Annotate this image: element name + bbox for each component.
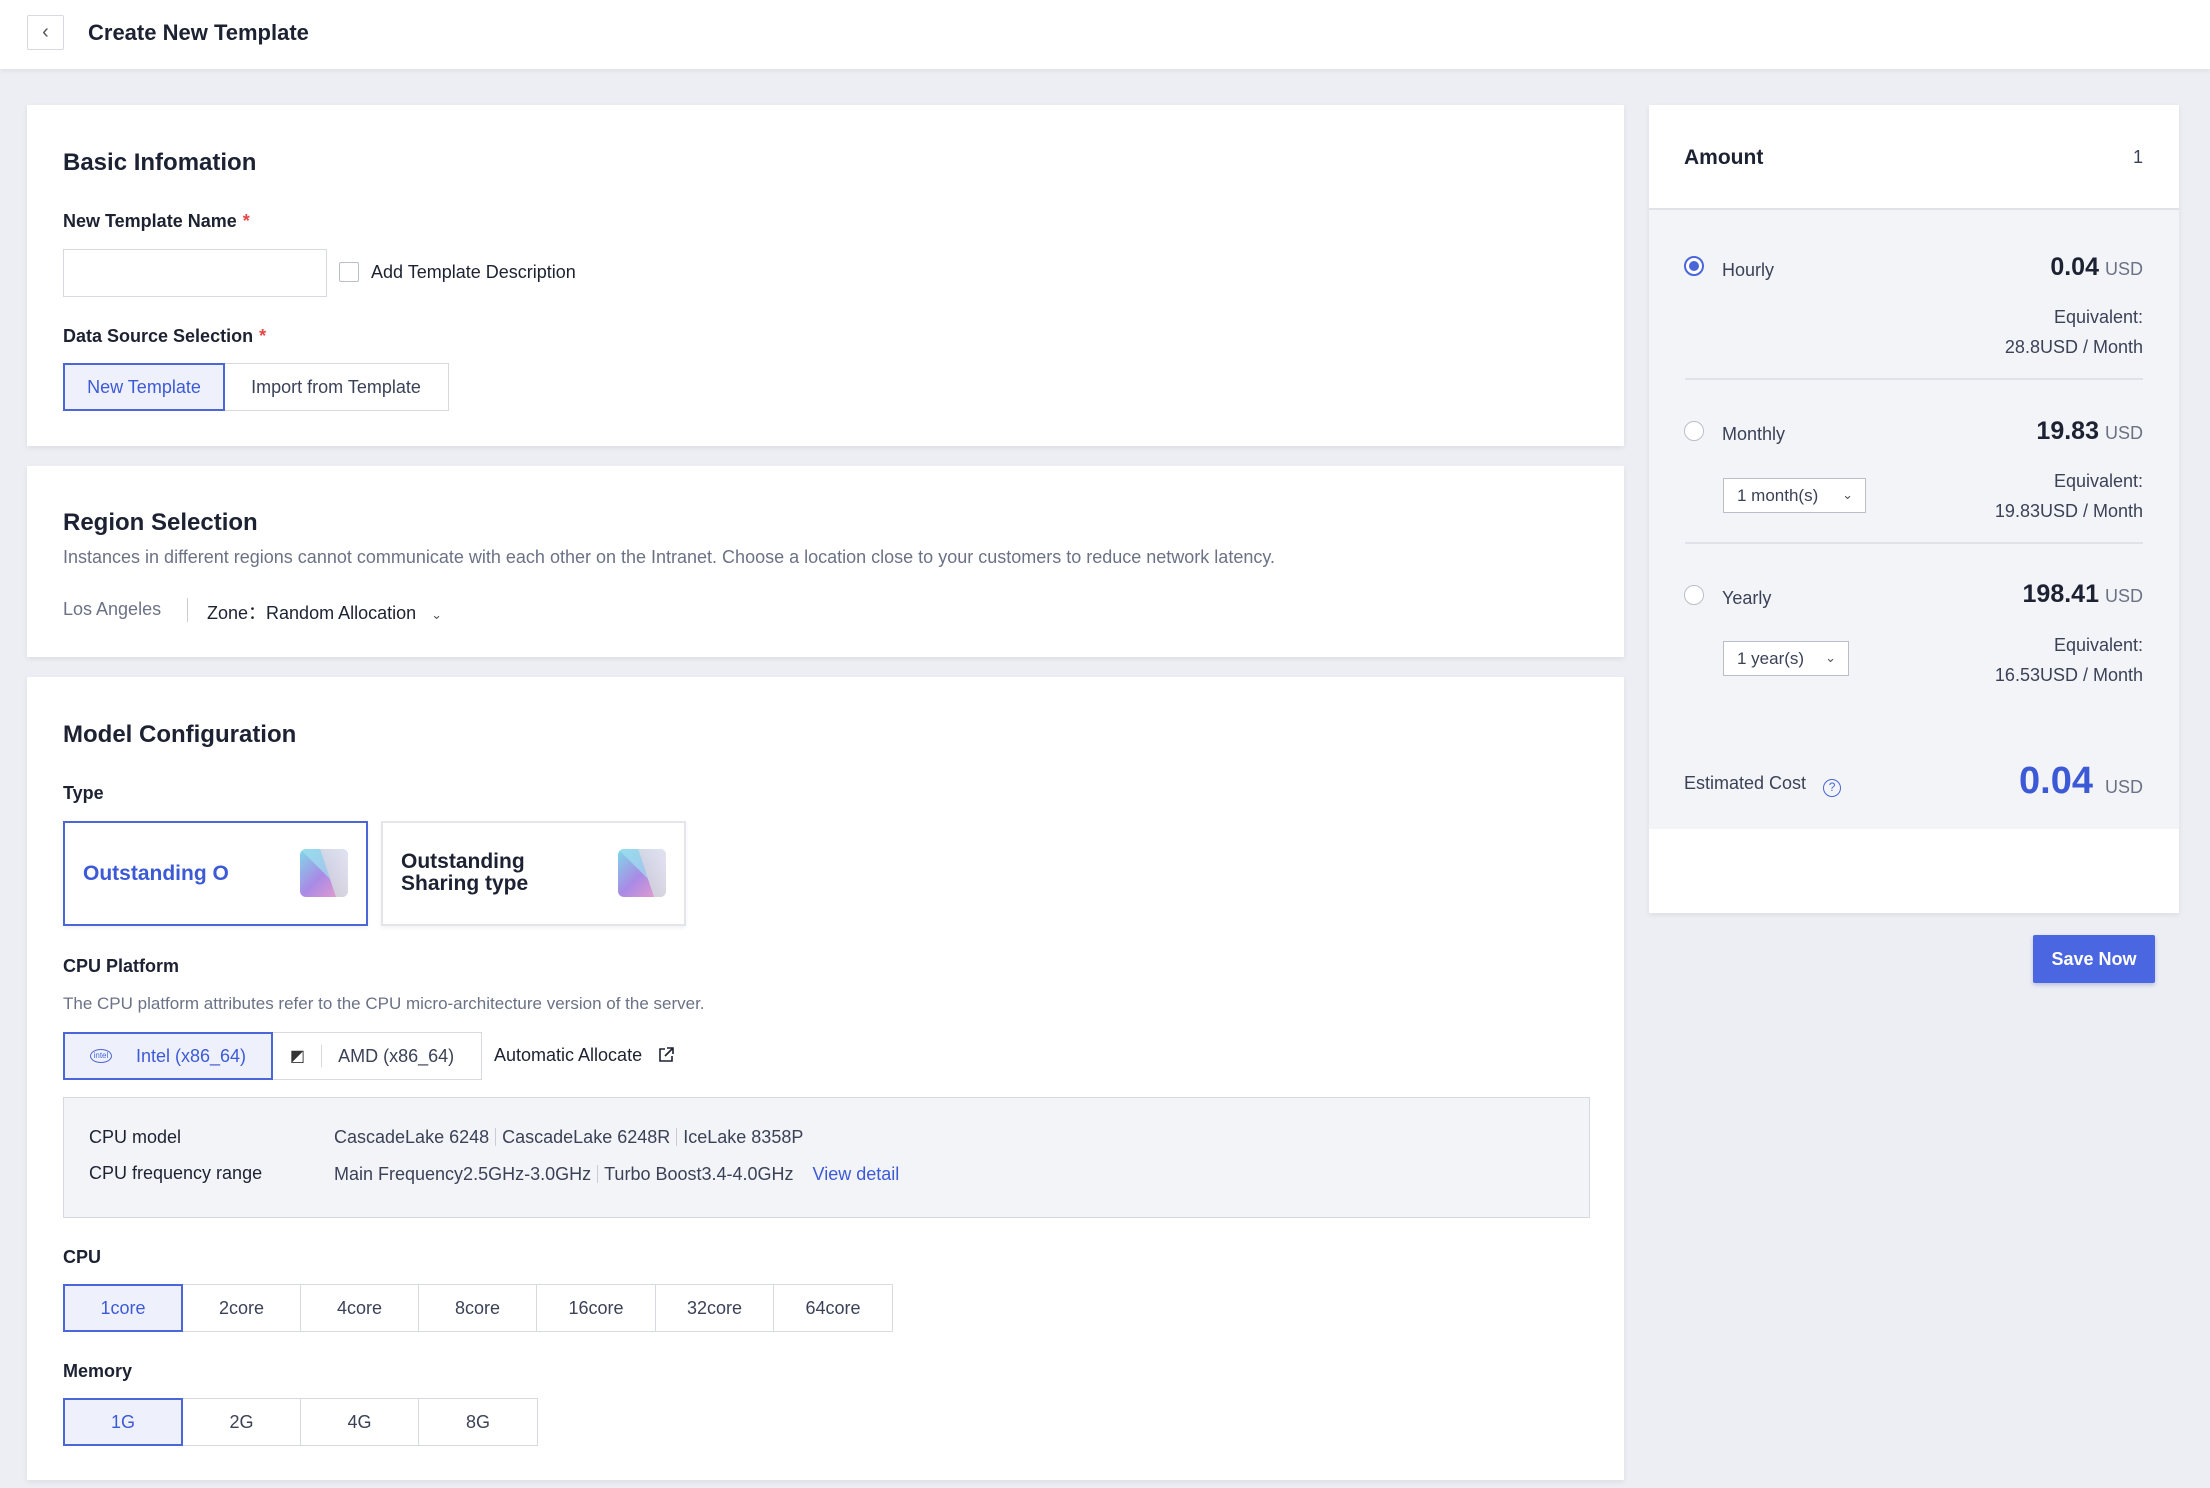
- back-button[interactable]: ‹: [27, 15, 64, 50]
- cpu-model-key: CPU model: [89, 1127, 182, 1147]
- type-name: Outstanding Sharing type: [401, 850, 529, 895]
- template-name-input[interactable]: [63, 249, 327, 297]
- plan-options: Hourly 0.04 USD Equivalent: 28.8USD / Mont…: [1649, 210, 2179, 829]
- cpu-platform-label: CPU Platform: [63, 956, 180, 976]
- estimated-cost-label: Estimated Cost ?: [1684, 773, 1842, 797]
- model-card: Model Configuration Type Outstanding O O…: [27, 677, 1624, 1480]
- plan-equivalent-monthly: Equivalent: 19.83USD / Month: [1994, 471, 2143, 521]
- external-link-icon: [657, 1045, 675, 1065]
- plan-divider: [1685, 378, 2143, 380]
- platform-intel[interactable]: intel Intel (x86_64): [63, 1032, 273, 1080]
- memory-option-1g[interactable]: 1G: [63, 1398, 183, 1446]
- plan-radio-hourly[interactable]: [1684, 256, 1704, 276]
- plan-equivalent-hourly: Equivalent: 28.8USD / Month: [2004, 307, 2143, 357]
- cpu-option-32core[interactable]: 32core: [655, 1284, 774, 1332]
- cpu-option-16core[interactable]: 16core: [536, 1284, 656, 1332]
- type-outstanding-sharing[interactable]: Outstanding Sharing type: [381, 821, 686, 926]
- platform-amd[interactable]: ◩ AMD (x86_64): [271, 1032, 482, 1080]
- basic-info-card: Basic Infomation New Template Name * Add …: [27, 105, 1624, 446]
- add-description-label[interactable]: Add Template Description: [371, 262, 576, 283]
- intel-logo-icon: intel: [89, 1049, 112, 1063]
- source-new-template[interactable]: New Template: [63, 363, 225, 411]
- cpu-info-box: CPU model CascadeLake 6248 CascadeLake 62…: [63, 1097, 1590, 1218]
- cpu-model-values: CascadeLake 6248 CascadeLake 6248R IceLake…: [334, 1127, 804, 1147]
- plan-divider: [1685, 542, 2143, 544]
- memory-option-4g[interactable]: 4G: [300, 1398, 419, 1446]
- amount-row: Amount 1: [1649, 105, 2179, 210]
- estimated-cost-value: 0.04 USD: [2019, 760, 2143, 802]
- page-title: Create New Template: [88, 20, 309, 45]
- add-description-checkbox[interactable]: [339, 262, 359, 282]
- cpu-option-1core[interactable]: 1core: [63, 1284, 183, 1332]
- cpu-option-64core[interactable]: 64core: [773, 1284, 893, 1332]
- view-detail-link[interactable]: View detail: [813, 1164, 900, 1184]
- pricing-panel: Amount 1 Hourly 0.04 USD Equivalent: 28.8U…: [1649, 105, 2179, 983]
- product-logo-icon: [300, 849, 348, 897]
- type-name: Outstanding O: [83, 862, 229, 885]
- cpu-platform-description: The CPU platform attributes refer to the…: [63, 994, 705, 1013]
- plan-price-yearly: 198.41 USD: [2022, 580, 2143, 608]
- basic-info-title: Basic Infomation: [63, 149, 257, 176]
- help-icon[interactable]: ?: [1823, 779, 1842, 797]
- cpu-option-2core[interactable]: 2core: [182, 1284, 301, 1332]
- amd-logo-icon: ◩: [290, 1048, 306, 1065]
- chevron-down-icon: ⌄: [1842, 487, 1853, 502]
- plan-name-hourly[interactable]: Hourly: [1722, 260, 1774, 281]
- plan-name-yearly[interactable]: Yearly: [1722, 588, 1771, 609]
- top-bar: ‹ Create New Template: [0, 0, 2210, 69]
- plan-price-monthly: 19.83 USD: [2036, 417, 2143, 445]
- cpu-option-8core[interactable]: 8core: [418, 1284, 537, 1332]
- cpu-option-4core[interactable]: 4core: [300, 1284, 419, 1332]
- product-logo-icon: [618, 849, 666, 897]
- plan-equivalent-yearly: Equivalent: 16.53USD / Month: [1994, 635, 2143, 685]
- cpu-frequency-values: Main Frequency2.5GHz-3.0GHz Turbo Boost3.…: [334, 1164, 900, 1184]
- zone-select[interactable]: Zone：Random Allocation ⌄: [207, 599, 442, 625]
- region-title: Region Selection: [63, 509, 258, 536]
- memory-label: Memory: [63, 1361, 133, 1381]
- type-outstanding-o[interactable]: Outstanding O: [63, 821, 368, 926]
- automatic-allocate-link[interactable]: Automatic Allocate: [494, 1045, 675, 1066]
- platform-amd-label: AMD (x86_64): [338, 1045, 455, 1066]
- amount-value: 1: [2132, 147, 2143, 167]
- chevron-left-icon: ‹: [42, 21, 49, 43]
- source-import-template[interactable]: Import from Template: [223, 363, 449, 411]
- chevron-down-icon: ⌄: [1825, 650, 1836, 665]
- memory-option-2g[interactable]: 2G: [182, 1398, 301, 1446]
- platform-intel-label: Intel (x86_64): [135, 1045, 247, 1066]
- save-now-button[interactable]: Save Now: [2033, 935, 2155, 983]
- plan-radio-yearly[interactable]: [1684, 585, 1704, 605]
- region-location[interactable]: Los Angeles: [63, 599, 161, 620]
- region-description: Instances in different regions cannot co…: [63, 547, 1276, 567]
- region-separator: [187, 598, 188, 622]
- chevron-down-icon: ⌄: [431, 607, 443, 622]
- data-source-label: Data Source Selection *: [63, 326, 267, 346]
- monthly-duration-dropdown[interactable]: 1 month(s) ⌄: [1723, 478, 1866, 513]
- plan-radio-monthly[interactable]: [1684, 421, 1704, 441]
- memory-option-8g[interactable]: 8G: [418, 1398, 538, 1446]
- template-name-label: New Template Name *: [63, 211, 250, 231]
- plan-name-monthly[interactable]: Monthly: [1722, 424, 1785, 445]
- amount-label: Amount: [1684, 146, 1764, 169]
- cpu-frequency-key: CPU frequency range: [89, 1163, 263, 1183]
- model-title: Model Configuration: [63, 721, 297, 748]
- yearly-duration-dropdown[interactable]: 1 year(s) ⌄: [1723, 641, 1849, 676]
- cpu-label: CPU: [63, 1247, 102, 1267]
- plan-price-hourly: 0.04 USD: [2050, 253, 2143, 281]
- platform-divider: [321, 1045, 323, 1067]
- type-label: Type: [63, 783, 104, 803]
- region-card: Region Selection Instances in different …: [27, 466, 1624, 657]
